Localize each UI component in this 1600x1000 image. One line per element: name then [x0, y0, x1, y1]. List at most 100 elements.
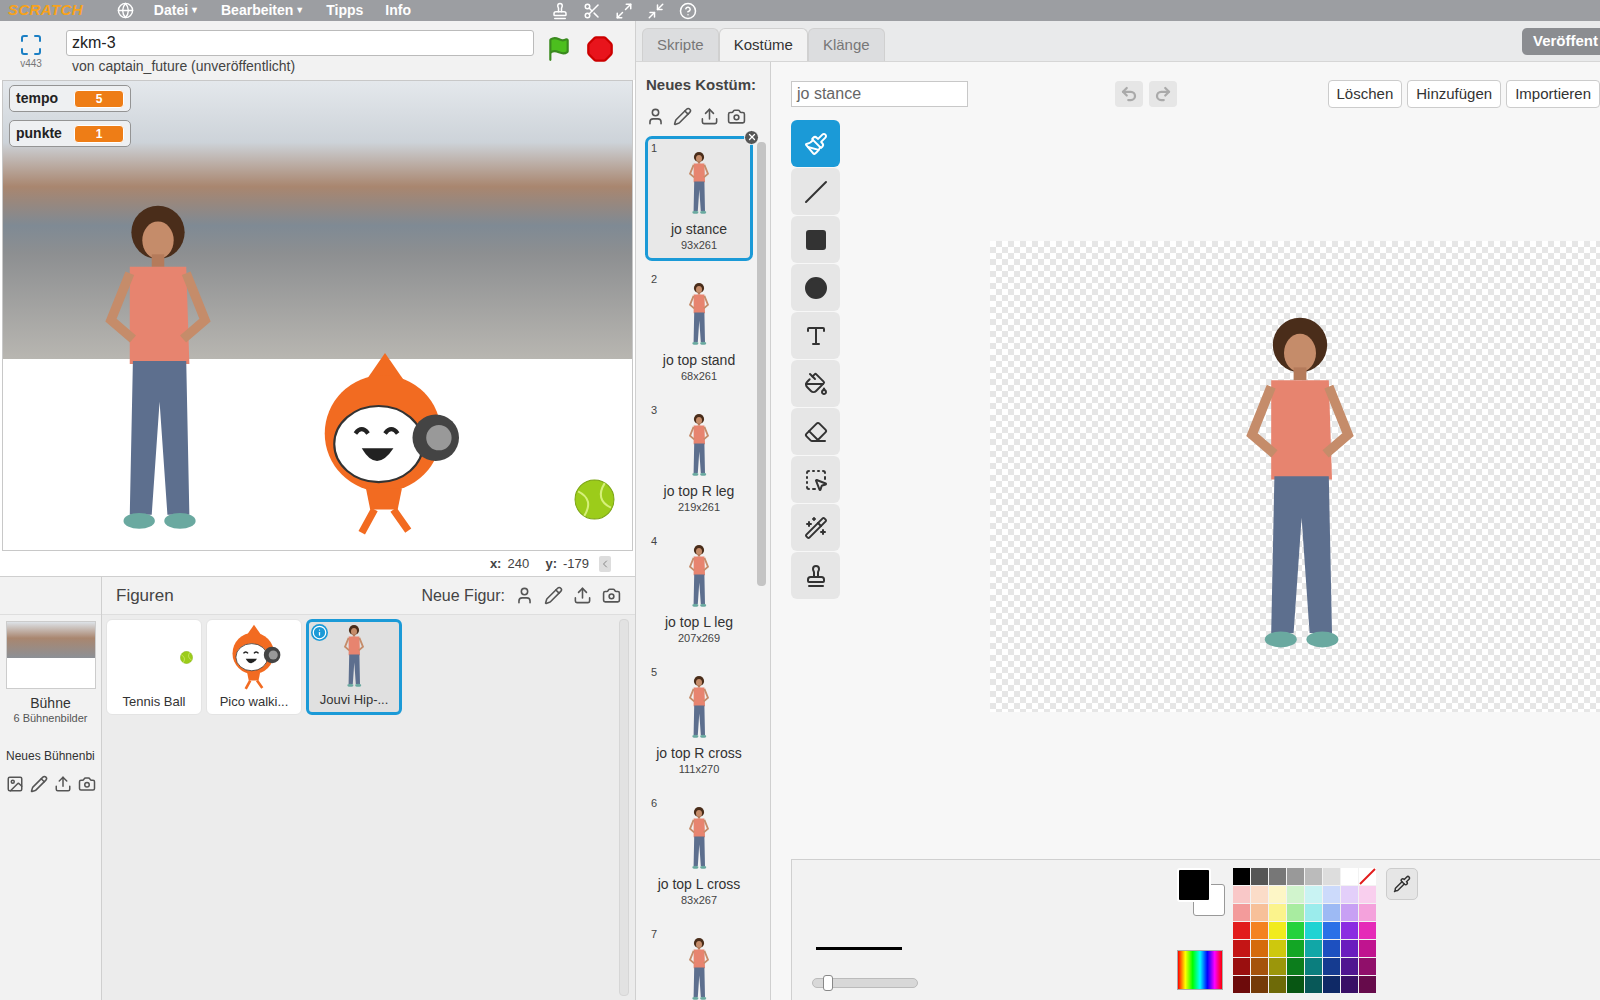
color-swatch[interactable] [1251, 940, 1268, 957]
color-swatch[interactable] [1359, 940, 1376, 957]
color-swatch[interactable] [1323, 922, 1340, 939]
color-swatch[interactable] [1251, 868, 1268, 885]
color-swatch[interactable] [1305, 958, 1322, 975]
menu-item[interactable]: Info [385, 0, 411, 21]
costume-image[interactable] [1230, 313, 1370, 665]
paint-tool[interactable] [791, 120, 840, 167]
costume-item[interactable]: 1jo stance93x261 [645, 136, 753, 261]
sprite-pico[interactable] [311, 351, 459, 536]
paint-tool[interactable] [791, 168, 840, 215]
color-swatch[interactable] [1269, 886, 1286, 903]
color-swatch[interactable] [1233, 868, 1250, 885]
color-swatch[interactable] [1287, 922, 1304, 939]
stop-icon[interactable] [586, 35, 614, 63]
primary-color[interactable] [1177, 868, 1211, 902]
color-swatch[interactable] [1359, 904, 1376, 921]
sprite-tennis-ball[interactable] [574, 479, 615, 520]
color-swatch[interactable] [1341, 958, 1358, 975]
color-swatch[interactable] [1359, 886, 1376, 903]
color-swatch[interactable] [1233, 976, 1250, 993]
color-swatch[interactable] [1269, 922, 1286, 939]
color-swatch[interactable] [1269, 958, 1286, 975]
sprite-library-icon[interactable] [515, 586, 534, 605]
camera-costume-icon[interactable] [727, 107, 746, 126]
color-swatch[interactable] [1287, 940, 1304, 957]
stage[interactable]: tempo5punkte1 [2, 80, 633, 551]
eyedropper-icon[interactable] [1393, 875, 1411, 893]
color-swatch[interactable] [1251, 976, 1268, 993]
color-swatch[interactable] [1233, 904, 1250, 921]
upload-sprite-icon[interactable] [573, 586, 592, 605]
costume-item[interactable]: 4jo top L leg207x269 [645, 529, 753, 654]
editor-tab[interactable]: Klänge [808, 28, 885, 61]
backdrop-library-icon[interactable] [6, 775, 24, 793]
magic-tool-icon[interactable] [804, 516, 828, 540]
presentation-toggle[interactable]: v443 [0, 21, 62, 71]
fill-tool-icon[interactable] [804, 372, 828, 396]
line-width-slider[interactable] [812, 978, 918, 988]
color-swatch[interactable] [1359, 976, 1376, 993]
publish-button[interactable]: Veröffent [1522, 28, 1600, 55]
costume-list-scrollbar[interactable] [757, 142, 766, 586]
color-swatch[interactable] [1251, 958, 1268, 975]
color-swatch[interactable] [1305, 886, 1322, 903]
color-swatch[interactable] [1323, 886, 1340, 903]
help-icon[interactable] [679, 2, 697, 20]
paint-tool[interactable] [791, 312, 840, 359]
paint-tool[interactable] [791, 504, 840, 551]
color-swatch[interactable] [1269, 940, 1286, 957]
color-swatch[interactable] [1287, 904, 1304, 921]
color-swatch[interactable] [1359, 958, 1376, 975]
color-swatch[interactable] [1341, 940, 1358, 957]
color-swatch[interactable] [1269, 904, 1286, 921]
paint-sprite-icon[interactable] [544, 586, 563, 605]
sprite-tile[interactable]: Pico walki... [206, 619, 302, 715]
editor-tab[interactable]: Skripte [642, 28, 719, 61]
camera-backdrop-icon[interactable] [78, 775, 96, 793]
paint-action-button[interactable]: Importieren [1506, 80, 1600, 108]
undo-icon[interactable] [1120, 85, 1138, 103]
color-swatch[interactable] [1305, 904, 1322, 921]
color-swatch[interactable] [1323, 904, 1340, 921]
current-colors[interactable] [1177, 868, 1225, 916]
sprite-tile[interactable]: Jouvi Hip-... [306, 619, 402, 715]
costume-item[interactable]: 5jo top R cross111x270 [645, 660, 753, 785]
stamp-tool-icon[interactable] [804, 564, 828, 588]
color-swatch[interactable] [1323, 958, 1340, 975]
sprite-tile[interactable]: Tennis Ball [106, 619, 202, 715]
color-swatch[interactable] [1233, 922, 1250, 939]
paint-tool[interactable] [791, 264, 840, 311]
eraser-tool-icon[interactable] [804, 420, 828, 444]
info-icon[interactable] [312, 625, 327, 640]
color-swatch[interactable] [1341, 886, 1358, 903]
costume-canvas[interactable] [990, 241, 1600, 712]
color-swatch[interactable] [1233, 940, 1250, 957]
color-swatch[interactable] [1287, 868, 1304, 885]
costume-item[interactable]: 7 [645, 922, 753, 1000]
color-swatch[interactable] [1269, 976, 1286, 993]
paint-tool[interactable] [791, 360, 840, 407]
color-swatch[interactable] [1323, 940, 1340, 957]
color-swatch[interactable] [1341, 922, 1358, 939]
sprite-list-scrollbar[interactable] [619, 619, 629, 996]
upload-backdrop-icon[interactable] [54, 775, 72, 793]
line-width-knob[interactable] [823, 975, 833, 991]
brush-tool-icon[interactable] [804, 132, 828, 156]
menu-item[interactable]: Tipps [326, 0, 363, 21]
menu-item[interactable]: Bearbeiten▼ [221, 0, 304, 21]
color-swatch[interactable] [1233, 886, 1250, 903]
color-swatch[interactable] [1233, 958, 1250, 975]
line-tool-icon[interactable] [804, 180, 828, 204]
color-swatch[interactable] [1287, 886, 1304, 903]
editor-tab[interactable]: Kostüme [719, 28, 808, 61]
collapse-stage-icon[interactable] [599, 556, 611, 572]
sprite-jouvi[interactable] [93, 201, 223, 546]
green-flag-icon[interactable] [546, 36, 572, 62]
eyedropper-button[interactable] [1386, 868, 1418, 900]
paint-tool[interactable] [791, 552, 840, 599]
menu-item[interactable]: Datei▼ [154, 0, 199, 21]
ellipse-tool-icon[interactable] [804, 276, 828, 300]
color-swatch[interactable] [1323, 868, 1340, 885]
shrink-icon[interactable] [647, 2, 665, 20]
costume-item[interactable]: 2jo top stand68x261 [645, 267, 753, 392]
